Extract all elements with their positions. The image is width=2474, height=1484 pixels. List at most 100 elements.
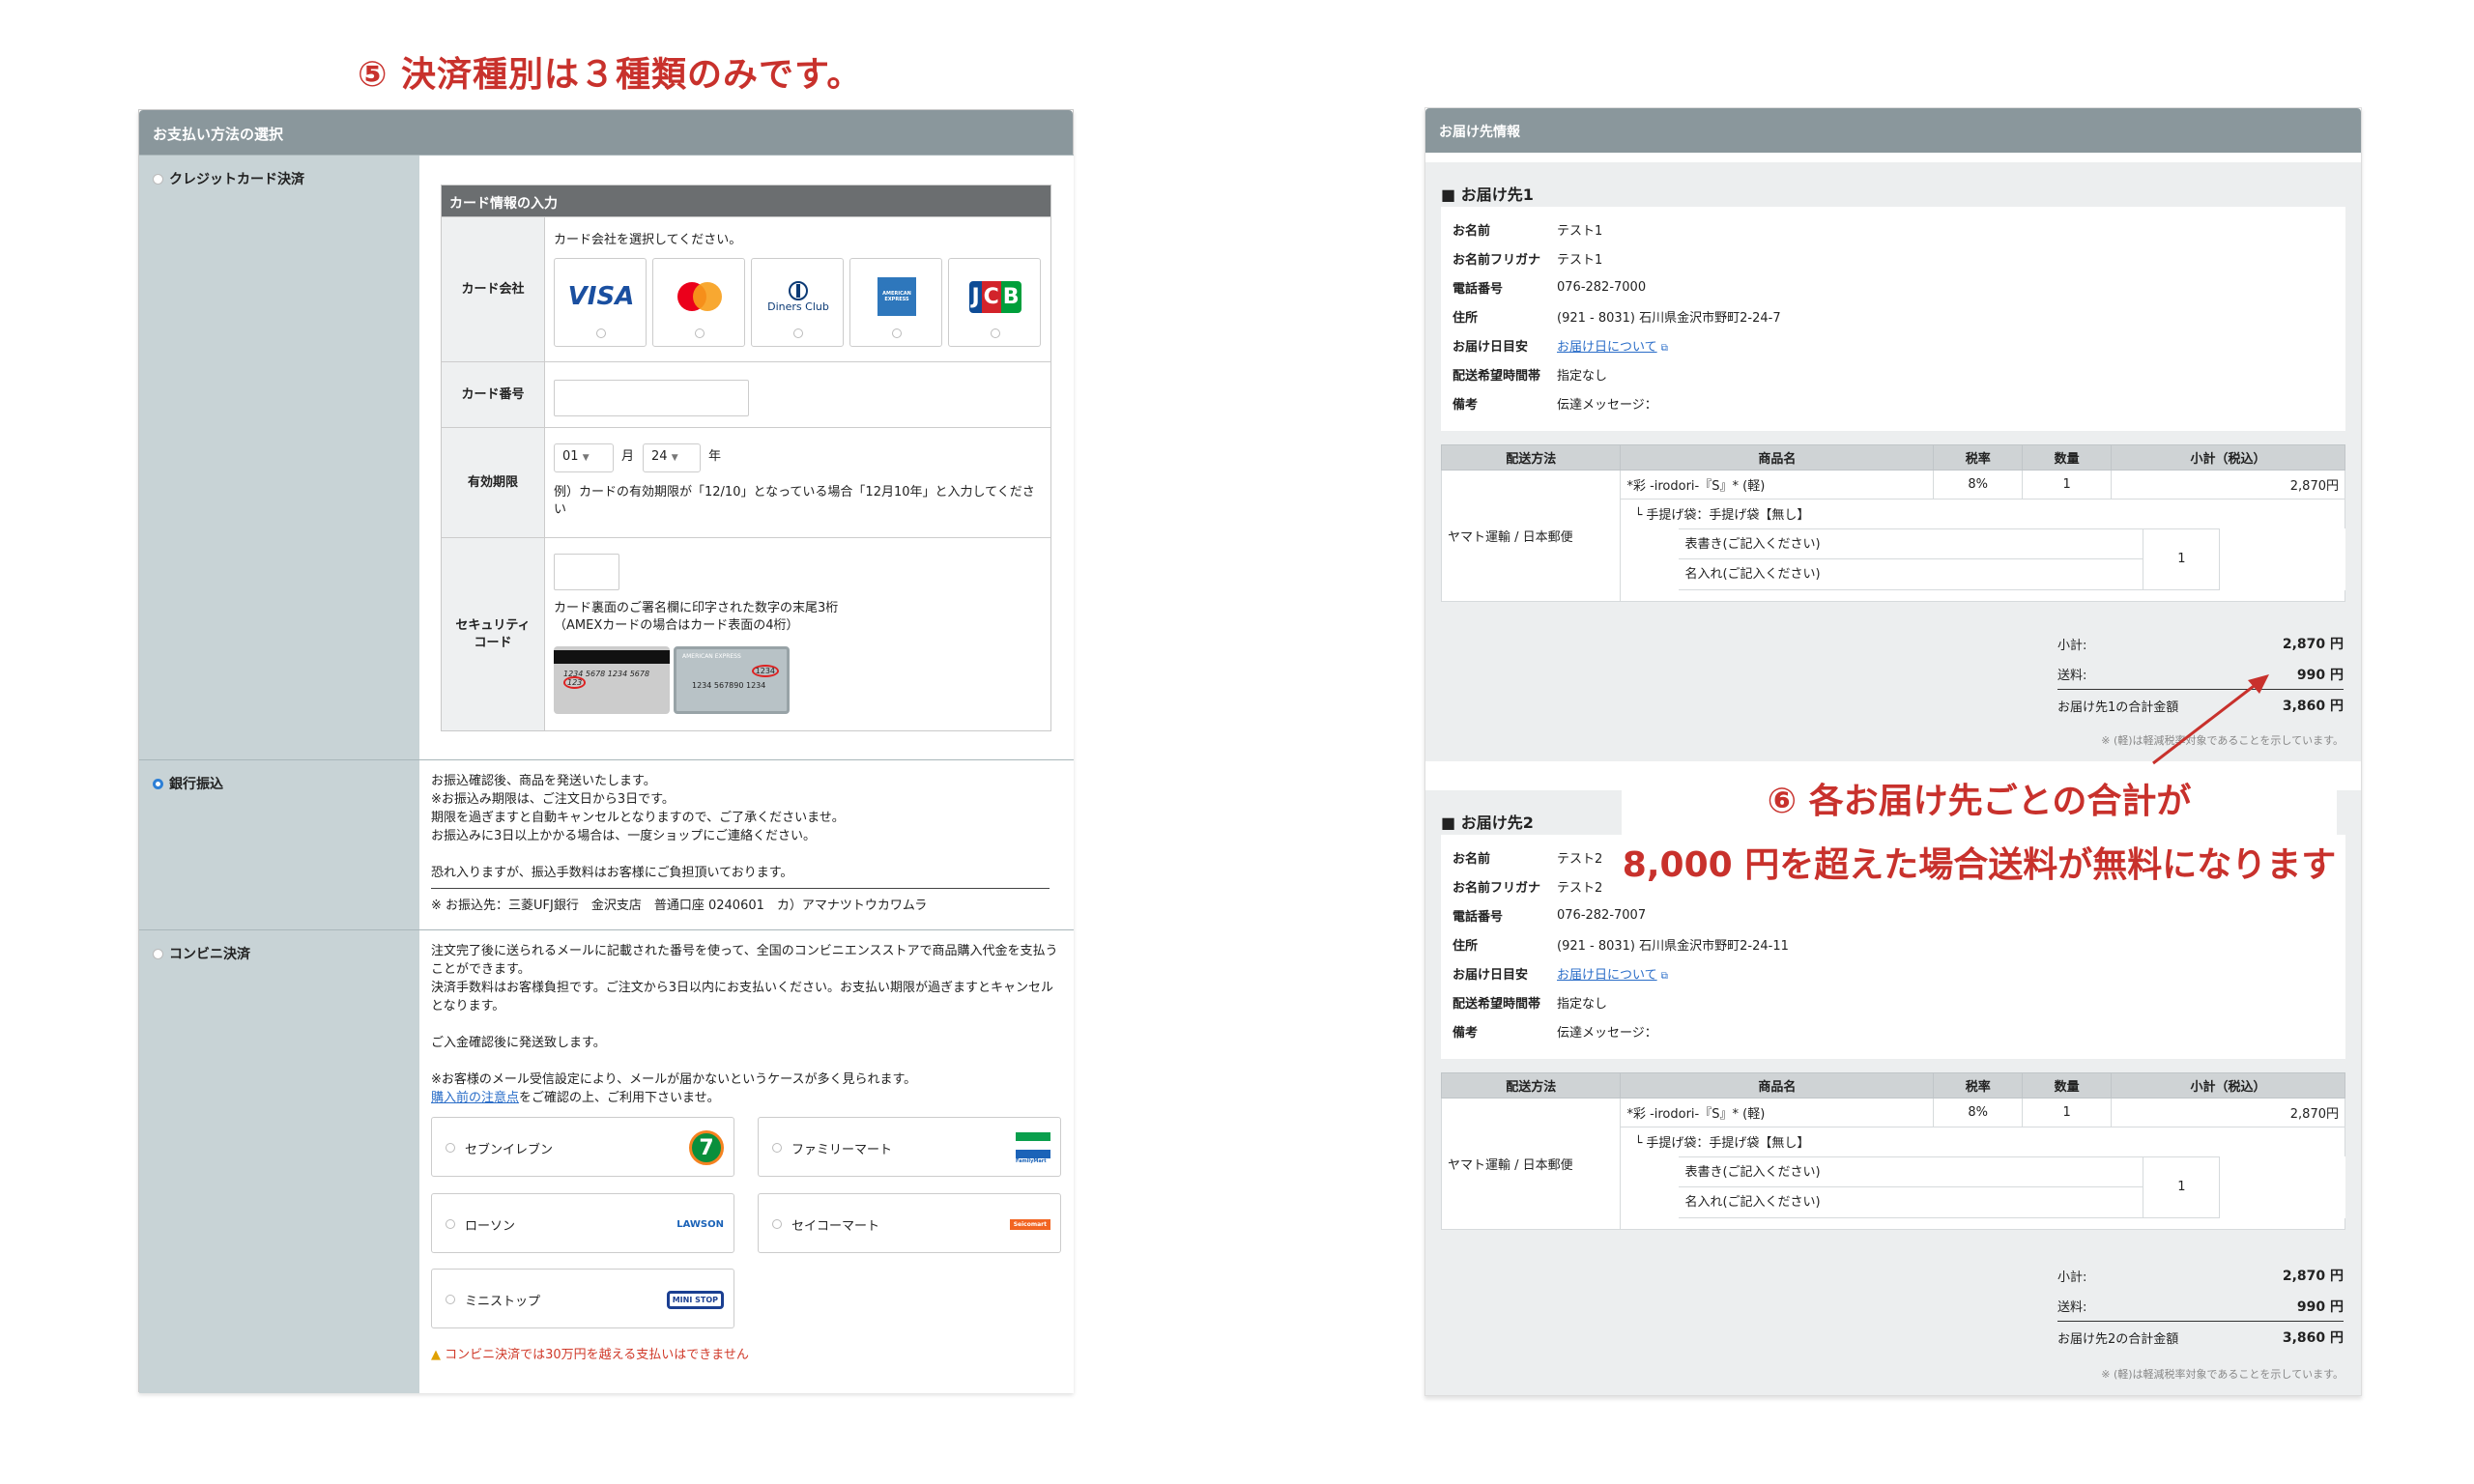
shipping-panel-header: お届け先情報 <box>1425 108 2361 153</box>
quantity: 1 <box>2022 1098 2113 1127</box>
expiry-year-select[interactable]: 24 ▼ <box>643 443 701 472</box>
store-lawson[interactable]: ローソン LAWSON <box>431 1193 734 1253</box>
lawson-logo-icon: LAWSON <box>676 1218 724 1230</box>
delivery-time-row: 配送希望時間帯 指定なし <box>1453 996 1608 1012</box>
bank-transfer-option[interactable]: 銀行振込 <box>139 760 419 793</box>
expiry-label: 有効期限 <box>442 428 545 537</box>
product-name: *彩 -irodori-『S』* (軽) <box>1620 470 1935 499</box>
card-company-label: カード会社 <box>442 217 545 361</box>
credit-card-option[interactable]: クレジットカード決済 <box>139 156 419 188</box>
column-header: 商品名 <box>1620 1072 1935 1099</box>
recipient-address-row: 住所 (921 - 8031) 石川県金沢市野町2-24-7 <box>1453 310 1781 326</box>
recipient-address: (921 - 8031) 石川県金沢市野町2-24-11 <box>1557 938 1789 954</box>
payment-annotation: ⑤ 決済種別は３種類のみです。 <box>358 55 863 95</box>
order-table: 配送方法 商品名 税率 数量 小計（税込） ヤマト運輸 / 日本郵便 *彩 -irodo… <box>1440 1072 2345 1230</box>
delivery-time: 指定なし <box>1557 368 1608 384</box>
card-number-label: カード番号 <box>442 362 545 427</box>
convenience-store-option[interactable]: コンビニ決済 <box>139 930 419 963</box>
familymart-logo-icon: FamilyMart <box>1016 1131 1050 1164</box>
expiry-month-select[interactable]: 01 ▼ <box>554 443 614 472</box>
card-company-hint: カード会社を選択してください。 <box>554 233 742 247</box>
convenience-radio[interactable] <box>153 948 163 959</box>
card-front-sample-image: AMERICAN EXPRESS 1234 1234 567890 1234 <box>674 646 790 714</box>
delivery-date-link[interactable]: お届け日について <box>1557 968 1657 983</box>
store-seven-eleven[interactable]: セブンイレブン 7 <box>431 1117 734 1177</box>
store-seicomart[interactable]: セイコーマート Seicomart <box>758 1193 1061 1253</box>
card-number-input[interactable] <box>554 380 749 416</box>
brand-jcb-option[interactable]: JCB <box>948 258 1041 347</box>
delivery-memo-row: 備考 伝達メッセージ： <box>1453 397 1657 413</box>
delivery-date-link[interactable]: お届け日について <box>1557 340 1657 355</box>
column-header: 配送方法 <box>1440 1072 1622 1099</box>
recipient-name-row: お名前 テスト1 <box>1453 223 1603 239</box>
recipient-address-row: 住所 (921 - 8031) 石川県金沢市野町2-24-11 <box>1453 938 1789 954</box>
recipient-phone-row: 電話番号 076-282-7000 <box>1453 279 1647 297</box>
column-header: 税率 <box>1933 1072 2024 1099</box>
namae-field: 名入れ(ご記入ください) <box>1679 559 2143 590</box>
recipient-name: テスト2 <box>1557 851 1603 867</box>
card-info-box: カード情報の入力 カード会社 カード会社を選択してください。 VISA Dine… <box>441 185 1051 731</box>
tax-rate: 8% <box>1933 1098 2024 1127</box>
column-header: 小計（税込） <box>2111 444 2345 471</box>
card-number-row: カード番号 <box>442 361 1050 427</box>
bag-option: └ 手提げ袋：手提げ袋【無し】 <box>1620 499 2345 528</box>
external-link-icon: ⧉ <box>1660 970 1668 982</box>
recipient-phone-row: 電話番号 076-282-7007 <box>1453 907 1647 925</box>
subtotal-value: 2,870 円 <box>2282 1269 2344 1284</box>
delivery-time-row: 配送希望時間帯 指定なし <box>1453 368 1608 384</box>
visa-logo-icon: VISA <box>567 282 635 311</box>
bank-description: お振込確認後、商品を発送いたします。 ※お振込み期限は、ご注文日から3日です。 期限… <box>431 772 1050 913</box>
bank-detail-cell: お振込確認後、商品を発送いたします。 ※お振込み期限は、ご注文日から3日です。 期限… <box>419 759 1074 929</box>
table-row: ヤマト運輸 / 日本郵便 *彩 -irodori-『S』* (軽) 8% 1 2… <box>1440 470 2345 602</box>
tax-rate: 8% <box>1933 470 2024 499</box>
bank-option-cell: 銀行振込 <box>139 759 419 929</box>
convenience-warning: ▲ コンビニ決済では30万円を越える支払いはできません <box>431 1348 749 1362</box>
recipient-kana-row: お名前フリガナ テスト1 <box>1453 252 1603 268</box>
table-row: ヤマト運輸 / 日本郵便 *彩 -irodori-『S』* (軽) 8% 1 2… <box>1440 1098 2345 1230</box>
noshi-options: 表書き(ご記入ください) 名入れ(ご記入ください) 1 <box>1679 528 2221 590</box>
store-familymart[interactable]: ファミリーマート FamilyMart <box>758 1117 1061 1177</box>
recipient-phone: 076-282-7007 <box>1557 907 1647 923</box>
brand-amex-option[interactable]: AMERICAN EXPRESS <box>849 258 942 347</box>
order-table: 配送方法 商品名 税率 数量 小計（税込） ヤマト運輸 / 日本郵便 *彩 -irodo… <box>1440 444 2345 602</box>
destination-total-value: 3,860 円 <box>2282 1330 2344 1346</box>
warning-icon: ▲ <box>431 1348 441 1362</box>
store-ministop[interactable]: ミニストップ MINI STOP <box>431 1269 734 1328</box>
omote-field: 表書き(ご記入ください) <box>1679 528 2143 559</box>
noshi-quantity: 1 <box>2143 528 2221 590</box>
year-unit: 年 <box>708 449 722 464</box>
security-code-label: セキュリティ コード <box>442 538 545 730</box>
brand-mastercard-option[interactable] <box>652 258 745 347</box>
noshi-options: 表書き(ご記入ください) 名入れ(ご記入ください) 1 <box>1679 1156 2221 1218</box>
bank-radio[interactable] <box>153 778 163 789</box>
bank-account-info: ※ お振込先：三菱UFJ銀行 金沢支店 普通口座 0240601 カ）アマナツト… <box>431 888 1050 913</box>
payment-panel-header: お支払い方法の選択 <box>139 110 1073 155</box>
subtotal-value: 2,870 円 <box>2282 637 2344 652</box>
column-header: 数量 <box>2022 1072 2113 1099</box>
delivery-memo: 伝達メッセージ： <box>1557 397 1657 413</box>
shipping-fee-value: 990 円 <box>2296 1298 2344 1315</box>
payment-method-panel: お支払い方法の選択 クレジットカード決済 カード情報の入力 カード会社 カード会… <box>138 109 1074 1393</box>
recipient-address: (921 - 8031) 石川県金沢市野町2-24-7 <box>1557 310 1781 326</box>
column-header: 配送方法 <box>1440 444 1622 471</box>
credit-radio[interactable] <box>153 173 163 185</box>
purchase-notes-link[interactable]: 購入前の注意点 <box>431 1091 519 1105</box>
brand-visa-option[interactable]: VISA <box>554 258 647 347</box>
recipient-phone: 076-282-7000 <box>1557 279 1647 295</box>
recipient-name: テスト1 <box>1557 223 1603 239</box>
destination-title: ■ お届け先2 <box>1441 813 1534 832</box>
column-header: 小計（税込） <box>2111 1072 2345 1099</box>
shipping-fee-value: 990 円 <box>2296 667 2344 683</box>
namae-field: 名入れ(ご記入ください) <box>1679 1187 2143 1218</box>
security-code-input[interactable] <box>554 554 619 590</box>
mastercard-logo-icon <box>669 276 731 317</box>
quantity: 1 <box>2022 470 2113 499</box>
card-info-title: カード情報の入力 <box>442 186 1050 216</box>
delivery-memo-row: 備考 伝達メッセージ： <box>1453 1025 1657 1041</box>
month-unit: 月 <box>621 449 635 464</box>
recipient-kana: テスト1 <box>1557 252 1603 268</box>
shipping-method: ヤマト運輸 / 日本郵便 <box>1440 470 1622 602</box>
destination-title: ■ お届け先1 <box>1441 186 1534 204</box>
security-code-hint: カード裏面のご署名欄に印字された数字の末尾3桁 （AMEXカードの場合はカード表面… <box>554 601 839 633</box>
brand-diners-option[interactable]: Diners Club <box>751 258 844 347</box>
